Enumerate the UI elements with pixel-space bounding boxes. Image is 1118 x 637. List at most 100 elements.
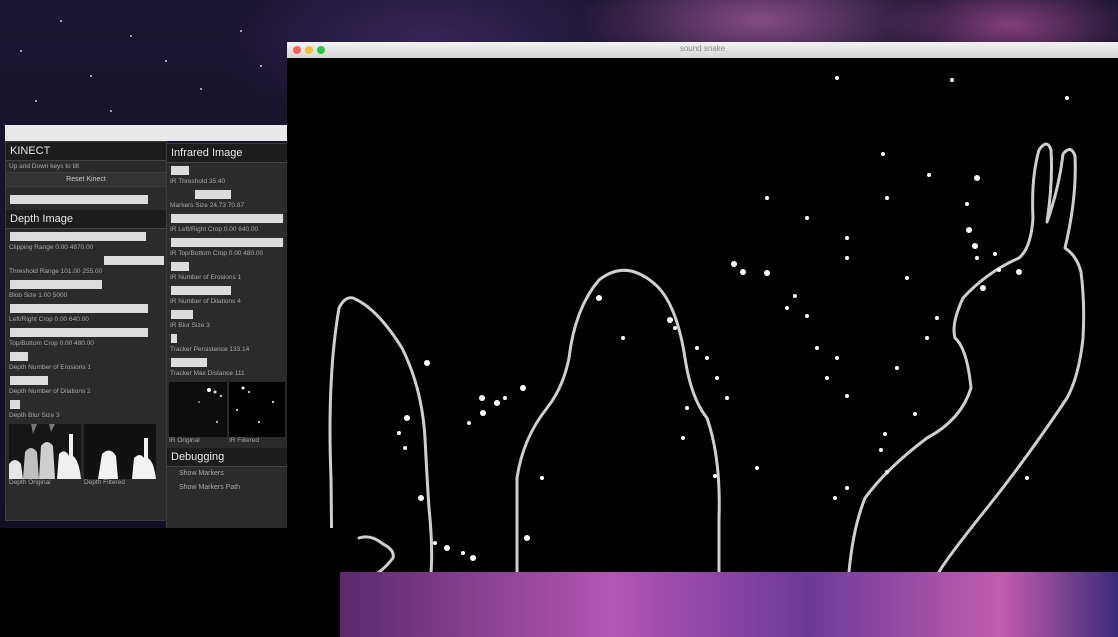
ir-marker <box>845 486 849 490</box>
ir-marker <box>883 432 887 436</box>
ir-marker <box>895 366 899 370</box>
ir-marker <box>424 360 430 366</box>
ir-marker <box>418 495 424 501</box>
ir-marker <box>725 396 729 400</box>
blob-size-slider[interactable] <box>10 280 102 289</box>
depth-original-label: Depth Original <box>9 479 51 486</box>
ir-marker <box>480 410 486 416</box>
ir-marker <box>685 406 689 410</box>
tracker-max-distance-slider[interactable] <box>171 358 207 367</box>
ir-marker <box>966 227 972 233</box>
ir-marker <box>667 317 673 323</box>
ir-marker <box>503 396 507 400</box>
depth-dilations-slider[interactable] <box>10 376 48 385</box>
main-window-titlebar[interactable]: sound snake <box>287 42 1118 59</box>
kinect-hint: Up and Down keys to tilt <box>9 163 80 170</box>
ir-threshold-slider[interactable] <box>171 166 189 175</box>
ir-marker <box>815 346 819 350</box>
top-bottom-crop-slider[interactable] <box>10 328 148 337</box>
ir-marker <box>444 545 450 551</box>
ir-filtered-thumb: IR Filtered <box>229 382 285 444</box>
depth-filtered-image <box>84 424 156 479</box>
control-panel-titlebar[interactable] <box>5 125 287 141</box>
ir-marker <box>835 356 839 360</box>
main-window: sound snake <box>287 42 1118 572</box>
show-markers-path-toggle[interactable]: Show Markers Path <box>167 481 287 495</box>
ir-marker <box>397 431 401 435</box>
ir-marker <box>825 376 829 380</box>
ir-left-right-crop-label: IR Left/Right Crop 0.00 640.00 <box>170 226 259 233</box>
tracker-persistence-slider[interactable] <box>171 334 177 343</box>
kinect-slider[interactable] <box>10 195 148 204</box>
ir-blur-slider[interactable] <box>171 310 193 319</box>
ir-original-label: IR Original <box>169 437 200 444</box>
star <box>165 60 167 62</box>
star <box>20 50 22 52</box>
ir-marker <box>467 421 471 425</box>
ir-marker <box>993 252 997 256</box>
ir-left-right-crop-slider[interactable] <box>171 214 283 223</box>
ir-marker <box>470 555 476 561</box>
star <box>110 110 112 112</box>
tracker-persistence-label: Tracker Persistence 133.14 <box>170 346 250 353</box>
ir-marker <box>731 261 737 267</box>
kinect-header: KINECT <box>6 142 166 161</box>
depth-erosions-label: Depth Number of Erosions 1 <box>9 364 92 371</box>
threshold-range-slider[interactable] <box>104 256 164 265</box>
ir-erosions-slider[interactable] <box>171 262 189 271</box>
ir-dilations-slider[interactable] <box>171 286 231 295</box>
ir-marker <box>1025 476 1029 480</box>
tracker-max-distance-label: Tracker Max Distance 111 <box>170 370 245 377</box>
ir-marker <box>845 256 849 260</box>
ir-marker <box>845 236 849 240</box>
debugging-header: Debugging <box>167 448 287 467</box>
ir-top-bottom-crop-slider[interactable] <box>171 238 283 247</box>
depth-filtered-thumb: Depth Filtered <box>84 424 156 486</box>
ir-marker <box>879 448 883 452</box>
markers-size-label: Markers Size 24.73 70.87 <box>170 202 245 209</box>
ir-marker <box>621 336 625 340</box>
star <box>90 75 92 77</box>
ir-dilations-label: IR Number of Dilations 4 <box>170 298 241 305</box>
ir-erosions-label: IR Number of Erosions 1 <box>170 274 242 281</box>
ir-marker <box>905 276 909 280</box>
ir-marker <box>965 202 969 206</box>
star <box>240 30 242 32</box>
ir-blur-label: IR Blur Size 3 <box>170 322 210 329</box>
ir-marker <box>885 196 889 200</box>
left-right-crop-slider[interactable] <box>10 304 148 313</box>
depth-erosions-slider[interactable] <box>10 352 28 361</box>
reset-kinect-button[interactable]: Reset Kinect <box>6 172 166 187</box>
ir-marker <box>833 496 837 500</box>
ir-marker <box>972 243 978 249</box>
ir-marker <box>913 412 917 416</box>
ir-marker <box>673 326 677 330</box>
ir-threshold-label: IR Threshold 35.40 <box>170 178 226 185</box>
clipping-range-slider[interactable] <box>10 232 146 241</box>
blob-size-label: Blob Size 1.00 5000 <box>9 292 68 299</box>
ir-marker <box>681 436 685 440</box>
ir-marker <box>885 470 889 474</box>
ir-marker <box>835 76 839 80</box>
depth-filtered-label: Depth Filtered <box>84 479 125 486</box>
ir-marker <box>695 346 699 350</box>
ir-marker <box>715 376 719 380</box>
ir-marker <box>524 535 530 541</box>
ir-marker <box>713 474 717 478</box>
ir-marker <box>805 216 809 220</box>
ir-marker <box>403 446 407 450</box>
star <box>200 88 202 90</box>
ir-marker <box>925 336 929 340</box>
kinect-panel: KINECT Up and Down keys to tilt Reset Ki… <box>5 141 167 521</box>
star <box>60 20 62 22</box>
markers-size-slider[interactable] <box>195 190 231 199</box>
depth-blur-slider[interactable] <box>10 400 20 409</box>
ir-marker <box>845 394 849 398</box>
tracking-canvas[interactable] <box>287 58 1118 572</box>
clipping-range-label: Clipping Range 0.00 4870.00 <box>9 244 94 251</box>
ir-marker <box>980 285 986 291</box>
ir-marker <box>479 395 485 401</box>
ir-marker <box>881 152 885 156</box>
show-markers-toggle[interactable]: Show Markers <box>167 467 287 481</box>
star <box>35 100 37 102</box>
